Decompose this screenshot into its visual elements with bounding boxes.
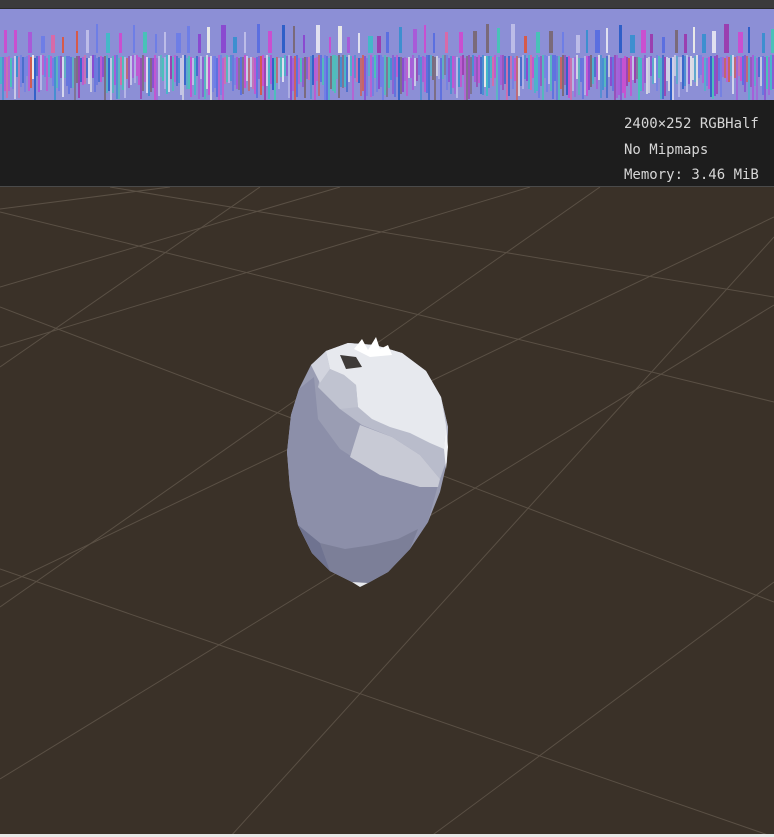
texture-info-panel: 2400×252 RGBHalf No Mipmaps Memory: 3.46… bbox=[0, 100, 774, 187]
window-top-border bbox=[0, 0, 774, 8]
texture-memory-label: Memory: 3.46 MiB bbox=[624, 167, 759, 183]
texture-preview-strip bbox=[0, 8, 774, 101]
texture-preview-image bbox=[0, 24, 774, 101]
texture-mipmaps-label: No Mipmaps bbox=[624, 142, 709, 158]
egg-mesh[interactable] bbox=[287, 337, 448, 587]
scene-viewport[interactable] bbox=[0, 187, 774, 837]
texture-inspector-window: 2400×252 RGBHalf No Mipmaps Memory: 3.46… bbox=[0, 0, 774, 837]
scene-canvas[interactable] bbox=[0, 187, 774, 837]
texture-dimensions-format-label: 2400×252 RGBHalf bbox=[624, 116, 759, 132]
